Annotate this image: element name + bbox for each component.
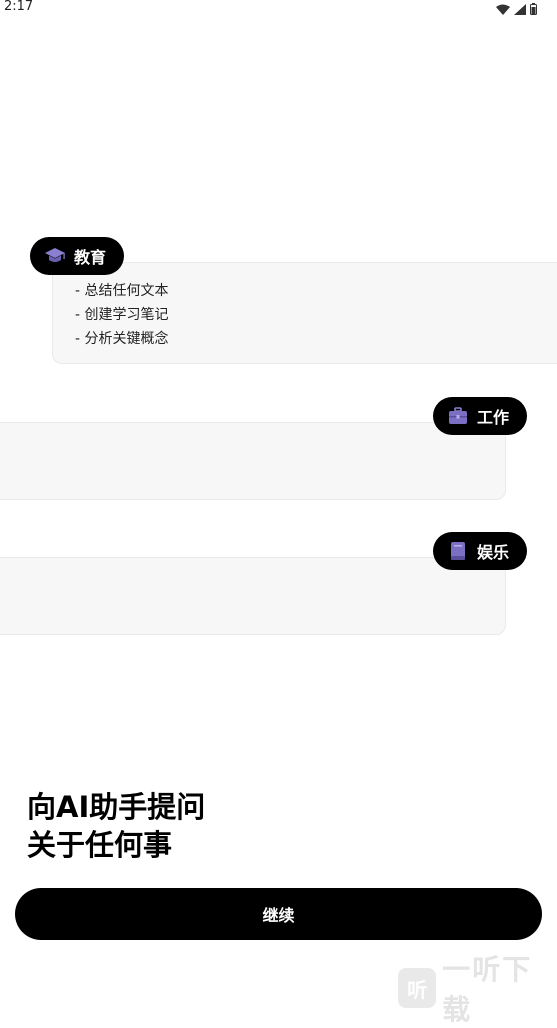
watermark: 听 一听下载: [398, 948, 557, 1028]
page-title: 向AI助手提问 关于任何事: [27, 788, 205, 864]
graduation-cap-icon: [44, 246, 66, 266]
education-feature-list: - 总结任何文本 - 创建学习笔记 - 分析关键概念: [75, 279, 169, 351]
signal-icon: [514, 0, 526, 19]
status-bar: 2:17: [0, 0, 557, 22]
entertainment-card: [0, 557, 506, 635]
category-label: 工作: [477, 408, 510, 427]
category-pill-work[interactable]: 工作: [433, 397, 527, 435]
list-item: - 分析关键概念: [75, 331, 169, 347]
category-label: 教育: [74, 248, 107, 267]
book-icon: [447, 541, 469, 561]
title-line-1: 向AI助手提问: [27, 790, 206, 824]
title-line-2: 关于任何事: [27, 828, 173, 862]
watermark-logo: 听: [398, 968, 437, 1008]
category-pill-entertainment[interactable]: 娱乐: [433, 532, 527, 570]
category-label: 娱乐: [477, 543, 510, 562]
battery-icon: [530, 0, 537, 19]
work-card: [0, 422, 506, 500]
status-time: 2:17: [4, 0, 34, 14]
watermark-text: 一听下载: [442, 953, 533, 1026]
briefcase-icon: [447, 406, 469, 426]
list-item: - 总结任何文本: [75, 283, 169, 299]
status-icons: [496, 0, 537, 19]
list-item: - 创建学习笔记: [75, 307, 169, 323]
education-card: - 总结任何文本 - 创建学习笔记 - 分析关键概念: [52, 262, 557, 364]
wifi-icon: [496, 0, 510, 19]
continue-button[interactable]: 继续: [15, 888, 542, 940]
category-pill-education[interactable]: 教育: [30, 237, 124, 275]
